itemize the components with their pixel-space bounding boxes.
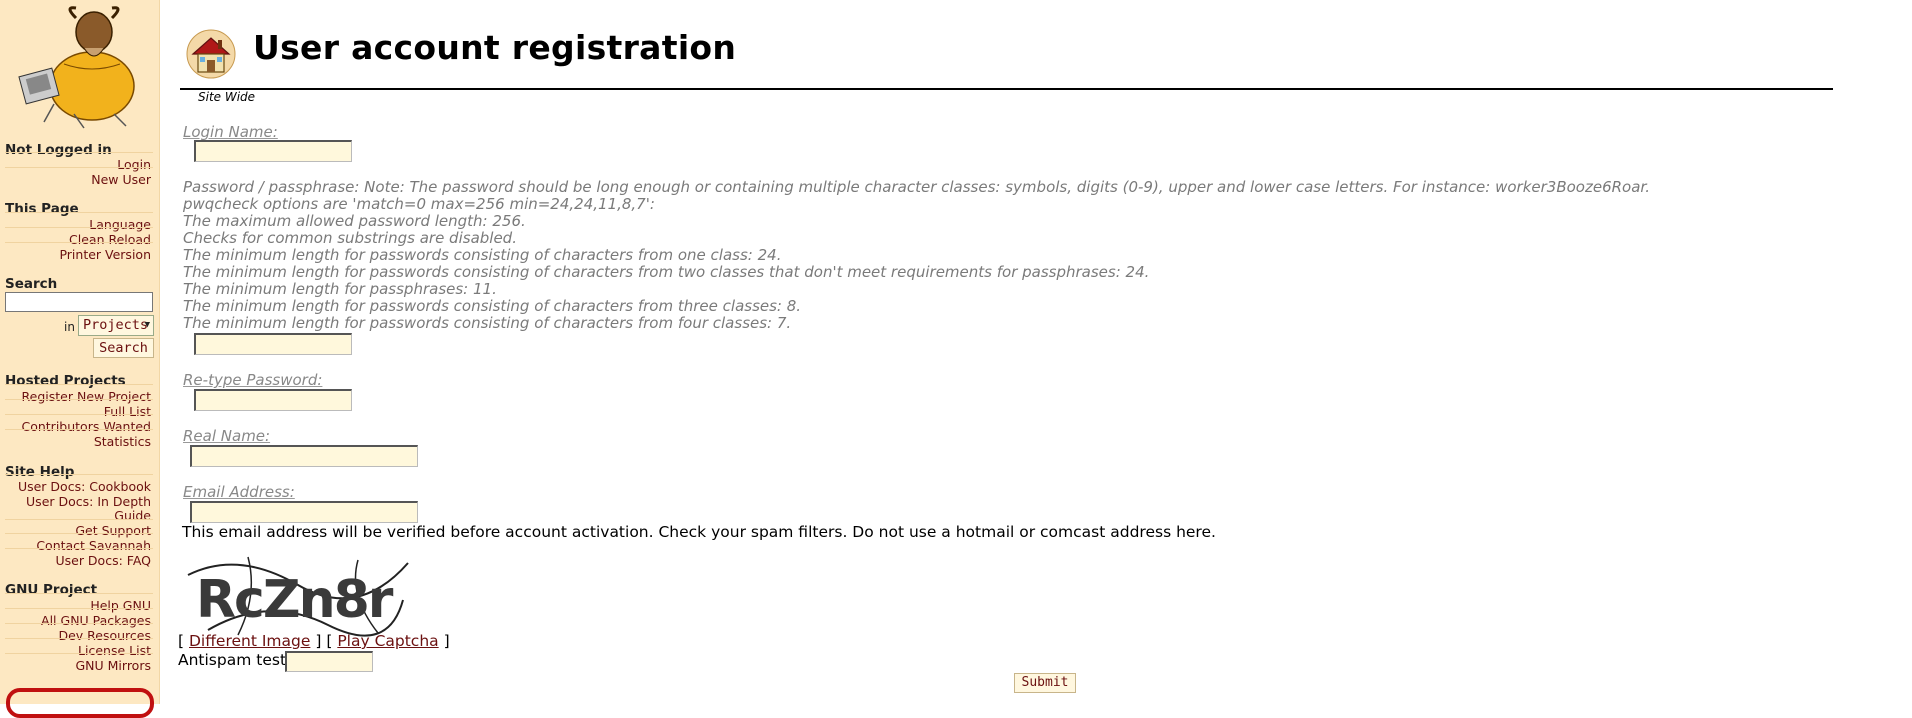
menu-divider <box>5 548 153 549</box>
full-list-link[interactable]: Full List <box>104 404 151 419</box>
retype-password-input[interactable] <box>194 389 352 411</box>
clean-reload-link[interactable]: Clean Reload <box>69 232 151 247</box>
password-note: Checks for common substrings are disable… <box>183 229 517 247</box>
captcha-image: RcZn8r <box>187 556 409 637</box>
password-note: The minimum length for passwords consist… <box>183 297 802 315</box>
menu-divider <box>5 533 153 534</box>
password-note: The maximum allowed password length: 256… <box>183 212 526 230</box>
dev-resources-link[interactable]: Dev Resources <box>58 628 151 643</box>
password-input[interactable] <box>194 333 352 355</box>
play-captcha-link[interactable]: Play Captcha <box>337 632 438 650</box>
menu-divider <box>5 608 153 609</box>
menu-divider <box>5 623 153 624</box>
menu-heading-search: Search <box>5 276 58 292</box>
password-note: The minimum length for passwords consist… <box>183 263 1150 281</box>
menu-divider <box>5 414 153 415</box>
menu-divider <box>5 519 153 520</box>
menu-divider <box>5 399 153 400</box>
antispam-input[interactable] <box>285 651 373 672</box>
different-image-link[interactable]: Different Image <box>189 632 310 650</box>
gnu-mirrors-link[interactable]: GNU Mirrors <box>75 658 151 673</box>
license-list-link[interactable]: License List <box>78 643 151 658</box>
menu-divider <box>5 653 153 654</box>
menu-heading-gnu-project: GNU Project <box>5 582 98 598</box>
search-in-label: in <box>64 320 75 334</box>
chevron-down-icon: ▼ <box>144 320 150 330</box>
password-note: The minimum length for passphrases: 11. <box>183 280 497 298</box>
retype-password-label: Re-type Password: <box>183 371 323 389</box>
bracket: ] <box>443 632 450 650</box>
page-subtitle: Site Wide <box>198 90 256 104</box>
printer-version-link[interactable]: Printer Version <box>59 247 151 262</box>
captcha-links: [ Different Image ] [ Play Captcha ] <box>178 632 450 650</box>
login-name-input[interactable] <box>194 140 352 162</box>
email-verification-note: This email address will be verified befo… <box>182 523 1216 541</box>
menu-divider <box>5 384 153 385</box>
password-note: The minimum length for passwords consist… <box>183 314 792 332</box>
sidebar-bottom-banner[interactable] <box>6 688 154 718</box>
statistics-link[interactable]: Statistics <box>94 434 151 449</box>
login-name-label: Login Name: <box>183 123 278 141</box>
user-docs-cookbook-link[interactable]: User Docs: Cookbook <box>18 479 151 494</box>
register-new-project-link[interactable]: Register New Project <box>22 389 151 404</box>
search-scope-select[interactable]: Projects ▼ <box>78 315 154 336</box>
sidebar-search-input[interactable] <box>5 292 153 312</box>
new-user-link[interactable]: New User <box>91 172 151 187</box>
contributors-wanted-link[interactable]: Contributors Wanted <box>21 419 151 434</box>
password-note: pwqcheck options are 'match=0 max=256 mi… <box>183 195 655 213</box>
menu-divider <box>5 638 153 639</box>
menu-divider <box>5 167 153 168</box>
page-title: User account registration <box>253 28 737 67</box>
all-gnu-packages-link[interactable]: All GNU Packages <box>41 613 151 628</box>
house-icon <box>186 29 236 79</box>
bracket: [ <box>178 632 185 650</box>
menu-divider <box>5 242 153 243</box>
captcha-text: RcZn8r <box>196 570 394 630</box>
password-note: Password / passphrase: Note: The passwor… <box>183 178 1650 196</box>
antispam-label: Antispam test: <box>178 651 292 669</box>
menu-divider <box>5 593 153 594</box>
title-divider <box>180 88 1833 90</box>
gnu-mascot-logo[interactable] <box>14 4 154 130</box>
user-docs-faq-link[interactable]: User Docs: FAQ <box>55 553 151 568</box>
menu-divider <box>5 212 153 213</box>
user-docs-in-depth-link-cont[interactable]: Guide <box>114 508 151 523</box>
menu-heading-login: Not Logged in <box>5 142 112 158</box>
menu-divider <box>5 227 153 228</box>
language-link[interactable]: Language <box>89 217 151 232</box>
email-address-label: Email Address: <box>183 483 295 501</box>
sidebar-search-button[interactable]: Search <box>93 338 154 358</box>
password-requirements: Password / passphrase: Note: The passwor… <box>183 179 1650 332</box>
bracket: ] [ <box>315 632 333 650</box>
help-gnu-link[interactable]: Help GNU <box>90 598 151 613</box>
menu-heading-site-help: Site Help <box>5 464 75 480</box>
menu-divider <box>5 474 153 475</box>
submit-button[interactable]: Submit <box>1014 673 1076 693</box>
password-note: The minimum length for passwords consist… <box>183 246 782 264</box>
login-link[interactable]: Login <box>117 157 151 172</box>
search-scope-value: Projects <box>83 317 149 333</box>
real-name-label: Real Name: <box>183 427 271 445</box>
menu-heading-this-page: This Page <box>5 201 79 217</box>
user-docs-in-depth-link[interactable]: User Docs: In Depth <box>26 494 151 509</box>
sidebar: Not Logged in Login New User This Page L… <box>0 0 160 718</box>
menu-heading-hosted-projects: Hosted Projects <box>5 373 126 389</box>
menu-divider <box>5 429 153 430</box>
get-support-link[interactable]: Get Support <box>75 523 151 538</box>
menu-divider <box>5 152 153 153</box>
contact-savannah-link[interactable]: Contact Savannah <box>36 538 151 553</box>
real-name-input[interactable] <box>190 445 418 467</box>
email-address-input[interactable] <box>190 501 418 523</box>
